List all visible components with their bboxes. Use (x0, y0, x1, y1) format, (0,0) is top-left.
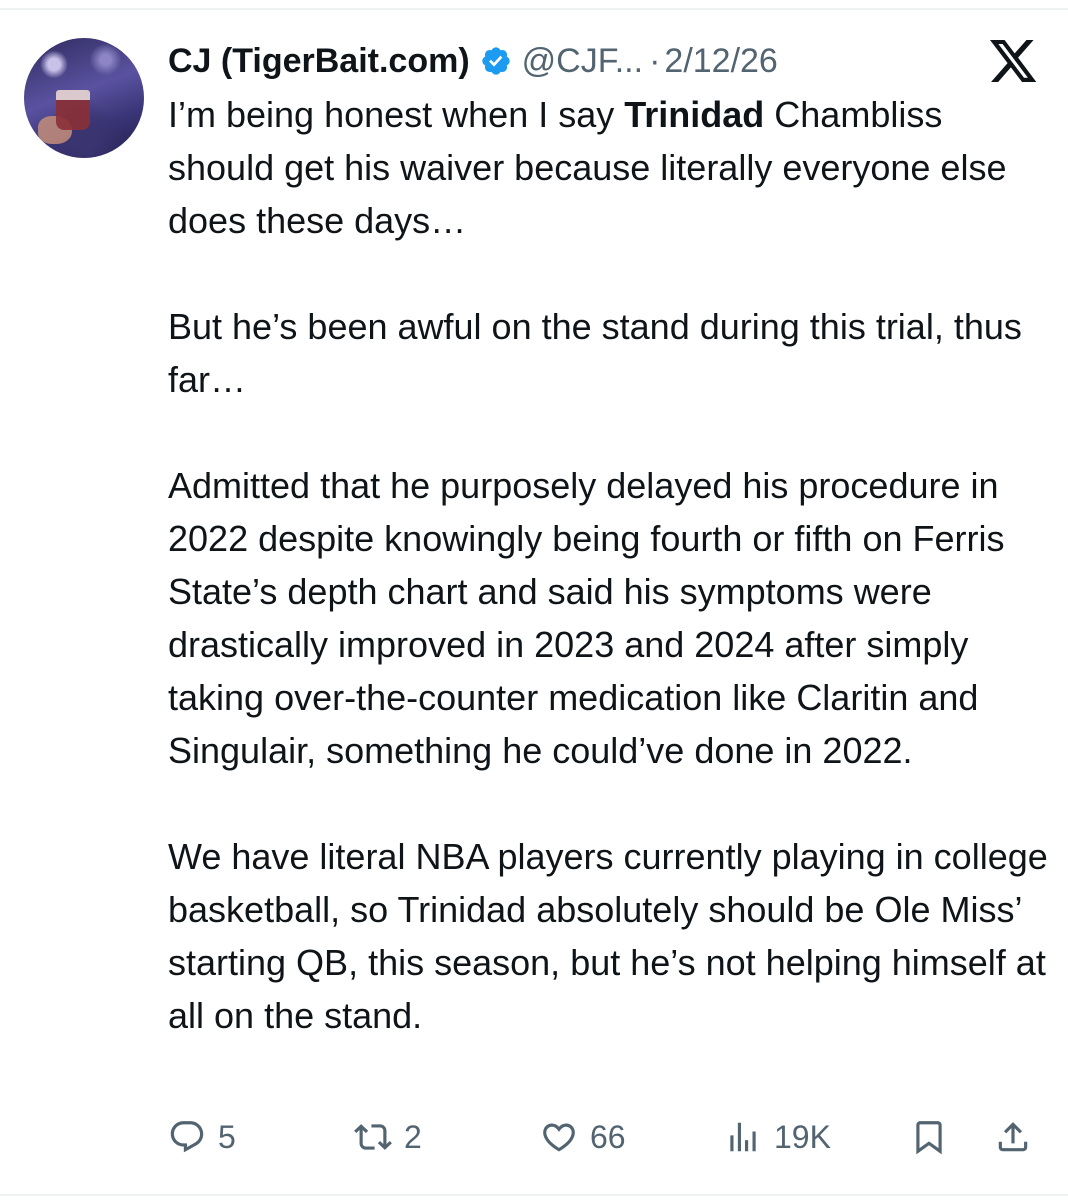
like-count: 66 (590, 1118, 626, 1155)
tweet-date[interactable]: 2/12/26 (664, 42, 777, 81)
bottom-divider (0, 1194, 1068, 1196)
tweet-paragraph-3: Admitted that he purposely delayed his p… (168, 465, 1005, 771)
tweet-paragraph-2: But he’s been awful on the stand during … (168, 306, 1022, 400)
tweet-paragraph-4: We have literal NBA players currently pl… (168, 836, 1048, 1036)
repost-count: 2 (404, 1118, 422, 1155)
repost-button[interactable]: 2 (354, 1112, 422, 1162)
top-divider (0, 8, 1068, 10)
reply-icon (170, 1121, 204, 1153)
handle[interactable]: @CJF... (522, 42, 643, 81)
tweet-header: CJ (TigerBait.com) @CJF... · 2/12/26 (168, 36, 778, 86)
bookmark-button[interactable] (910, 1112, 948, 1162)
share-button[interactable] (994, 1112, 1032, 1162)
repost-icon (354, 1124, 392, 1150)
views-button[interactable]: 19K (724, 1112, 831, 1162)
display-name[interactable]: CJ (TigerBait.com) (168, 42, 470, 81)
bold-name: Trinidad (624, 94, 765, 135)
avatar[interactable] (24, 38, 144, 158)
views-icon (730, 1122, 756, 1152)
tweet-actions: 5 2 66 19K (168, 1112, 1048, 1162)
reply-count: 5 (218, 1118, 236, 1155)
verified-badge-icon (481, 47, 510, 75)
avatar-cup (56, 90, 90, 130)
views-count: 19K (774, 1118, 831, 1155)
tweet-paragraph-1: I’m being honest when I say Trinidad Cha… (168, 94, 1007, 241)
reply-button[interactable]: 5 (168, 1112, 236, 1162)
tweet-text: I’m being honest when I say Trinidad Cha… (168, 88, 1048, 1042)
like-button[interactable]: 66 (540, 1112, 626, 1162)
x-logo-icon (990, 40, 1037, 82)
share-icon (998, 1122, 1028, 1152)
like-icon (543, 1123, 575, 1152)
separator-dot: · (649, 41, 661, 80)
bookmark-icon (916, 1121, 942, 1155)
